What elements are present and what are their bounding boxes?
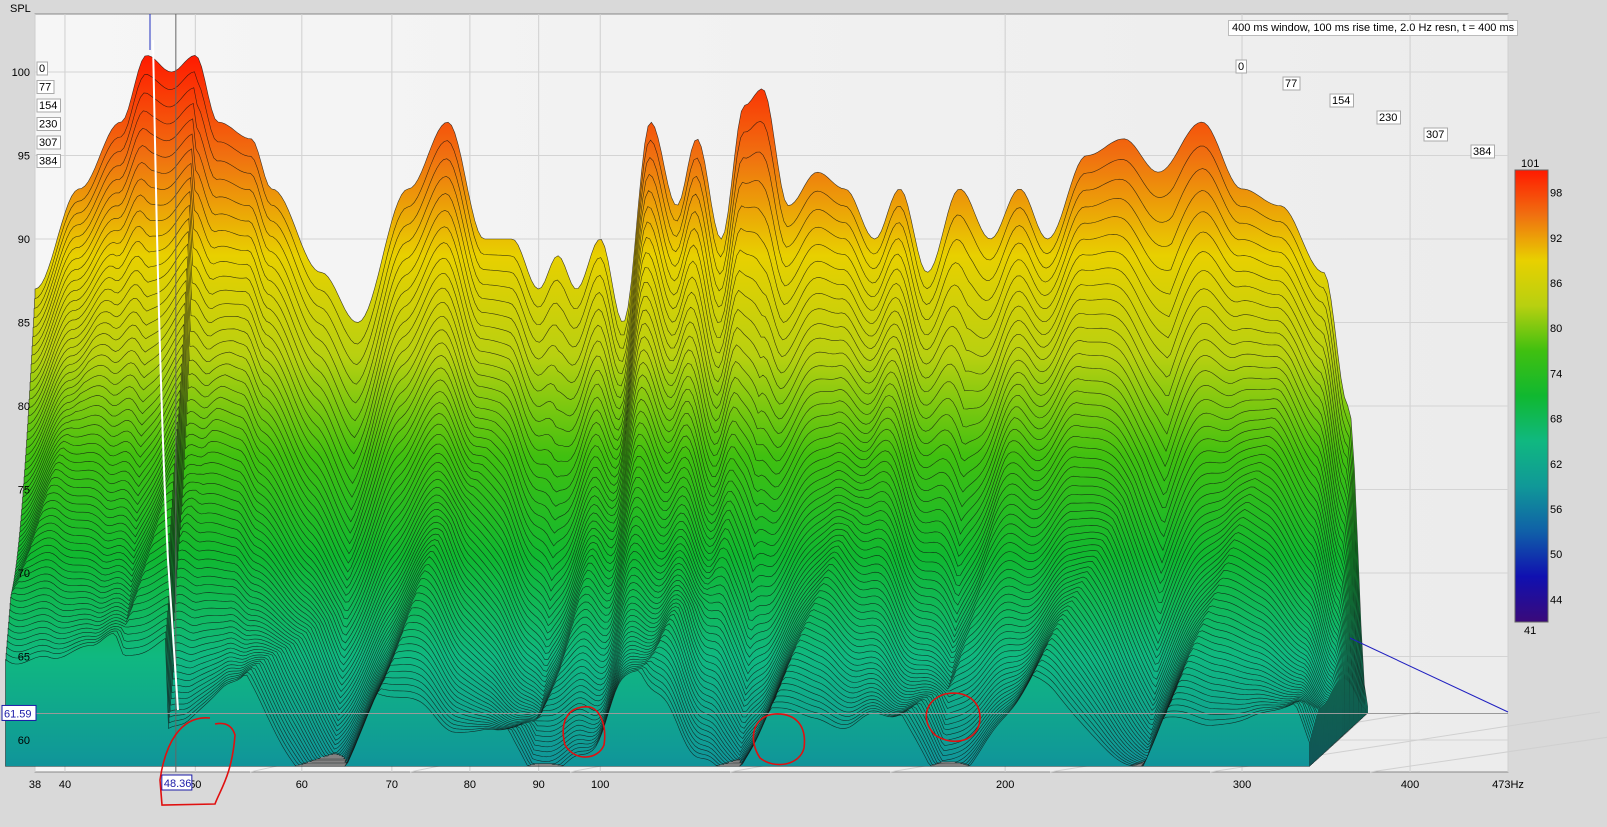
x-tick-label: 38 <box>29 779 41 791</box>
colorbar-tick-label: 62 <box>1550 459 1562 471</box>
cursor-x-readout: 48.36 <box>164 778 192 790</box>
y-tick-label: 100 <box>12 67 30 79</box>
x-tick-label: 300 <box>1233 779 1251 791</box>
x-tick-label: 60 <box>296 779 308 791</box>
waterfall-chart: SPL 38 40 50 60 70 80 90 100 200 300 400 473Hz 60 65 7… <box>0 0 1607 827</box>
time-tick-label: 307 <box>1426 129 1444 141</box>
time-tick-label: 154 <box>39 100 57 112</box>
colorbar-tick-label: 92 <box>1550 233 1562 245</box>
colorbar-min-label: 41 <box>1524 625 1536 637</box>
time-tick-label: 154 <box>1332 95 1350 107</box>
x-tick-label: 200 <box>996 779 1014 791</box>
y-tick-label: 75 <box>18 485 30 497</box>
colorbar-tick-label: 86 <box>1550 278 1562 290</box>
y-tick-label: 65 <box>18 652 30 664</box>
time-tick-label: 230 <box>39 119 57 131</box>
x-tick-label: 80 <box>464 779 476 791</box>
time-tick-label: 0 <box>39 63 45 75</box>
cursor-y-readout: 61.59 <box>4 708 32 720</box>
time-tick-label: 384 <box>1473 146 1491 158</box>
colorbar-tick-label: 50 <box>1550 549 1562 561</box>
time-tick-label: 77 <box>1285 78 1297 90</box>
time-tick-label: 384 <box>39 156 57 168</box>
time-tick-label: 307 <box>39 137 57 149</box>
time-tick-label: 230 <box>1379 112 1397 124</box>
colorbar-tick-label: 68 <box>1550 414 1562 426</box>
colorbar-tick-label: 80 <box>1550 323 1562 335</box>
chart-title: 400 ms window, 100 ms rise time, 2.0 Hz … <box>1228 20 1519 36</box>
colorbar-tick-label: 74 <box>1550 368 1562 380</box>
colorbar-tick-label: 56 <box>1550 504 1562 516</box>
y-tick-label: 85 <box>18 318 30 330</box>
x-tick-label: 400 <box>1401 779 1419 791</box>
colorbar-tick-label: 98 <box>1550 188 1562 200</box>
time-tick-label: 77 <box>39 82 51 94</box>
y-tick-label: 80 <box>18 401 30 413</box>
time-tick-label: 0 <box>1238 61 1244 73</box>
x-tick-label: 70 <box>386 779 398 791</box>
colorbar-scale <box>1514 169 1549 623</box>
x-tick-label: 40 <box>59 779 71 791</box>
y-tick-label: 60 <box>18 735 30 747</box>
colorbar-max-label: 101 <box>1521 158 1539 170</box>
y-tick-label: 95 <box>18 151 30 163</box>
y-tick-label: 70 <box>18 568 30 580</box>
x-tick-label: 100 <box>591 779 609 791</box>
x-tick-label: 473Hz <box>1492 779 1524 791</box>
colorbar: 101 41 98 92 86 80 74 68 62 56 50 44 <box>1514 158 1562 637</box>
chart-canvas[interactable]: 38 40 50 60 70 80 90 100 200 300 400 473Hz606570758… <box>0 0 1607 827</box>
y-tick-label: 90 <box>18 234 30 246</box>
colorbar-tick-label: 44 <box>1550 594 1562 606</box>
x-tick-label: 90 <box>533 779 545 791</box>
